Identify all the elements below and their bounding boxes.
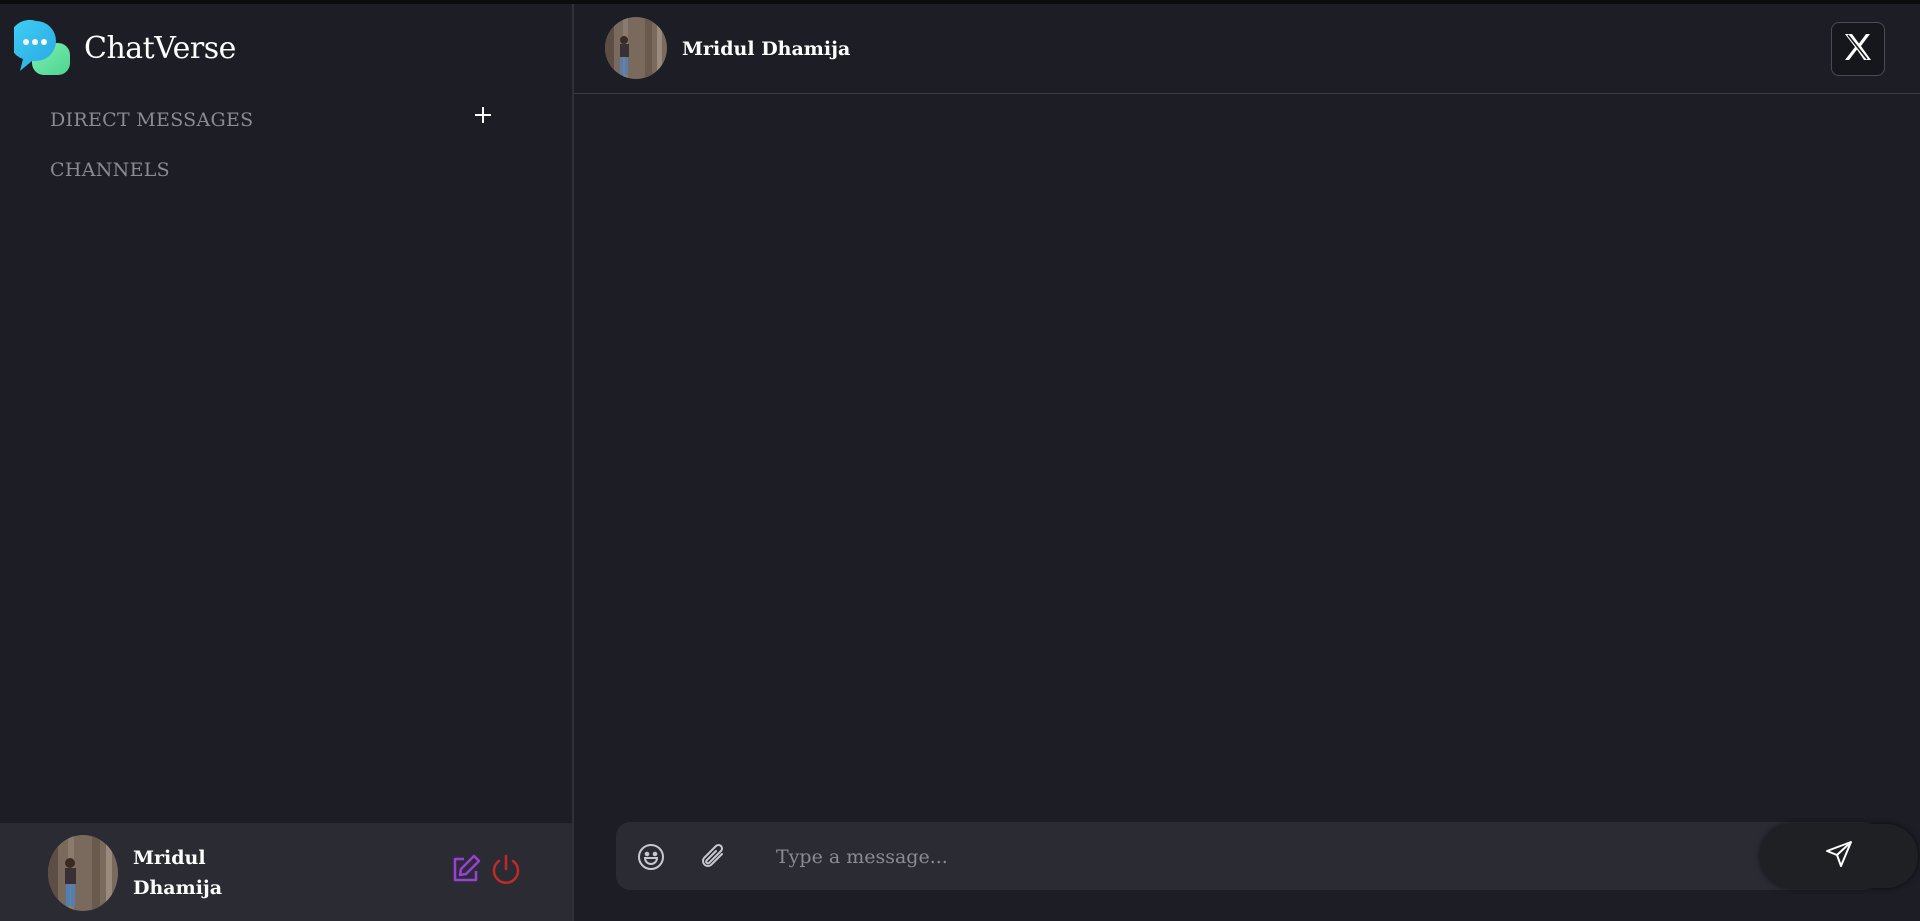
contact-name: Mridul Dhamija <box>682 38 851 60</box>
app-root: ChatVerse DIRECT MESSAGES CHANNELS Mridu… <box>0 4 1920 921</box>
logout-button[interactable] <box>489 853 523 887</box>
profile-name: Mridul Dhamija <box>133 843 253 903</box>
chat-bubbles-logo-icon <box>9 19 72 77</box>
edit-icon <box>450 854 482 889</box>
app-name: ChatVerse <box>84 30 236 66</box>
attach-file-button[interactable] <box>696 840 730 874</box>
avatar[interactable] <box>48 835 118 911</box>
close-chat-button[interactable] <box>1831 22 1885 76</box>
emoji-button[interactable] <box>636 842 666 872</box>
sidebar: ChatVerse DIRECT MESSAGES CHANNELS Mridu… <box>0 4 574 921</box>
send-icon <box>1824 839 1854 873</box>
send-button[interactable] <box>1760 824 1918 888</box>
paperclip-icon <box>696 843 730 878</box>
profile-last-name: Dhamija <box>133 877 223 899</box>
close-icon <box>1843 32 1873 66</box>
contact-avatar[interactable] <box>605 17 667 79</box>
profile-first-name: Mridul <box>133 847 206 869</box>
chat-header: Mridul Dhamija <box>574 4 1920 94</box>
message-input[interactable] <box>774 836 1678 878</box>
brand: ChatVerse <box>9 19 236 77</box>
edit-profile-button[interactable] <box>450 853 482 885</box>
add-direct-message-button[interactable] <box>470 104 496 130</box>
emoji-icon <box>636 844 666 876</box>
message-composer <box>616 822 1918 890</box>
power-icon <box>489 854 523 891</box>
plus-icon <box>473 105 493 129</box>
channels-heading: CHANNELS <box>50 159 170 181</box>
chat-panel: Mridul Dhamija <box>574 4 1920 921</box>
profile-bar: Mridul Dhamija <box>0 823 572 921</box>
direct-messages-heading: DIRECT MESSAGES <box>50 109 254 131</box>
